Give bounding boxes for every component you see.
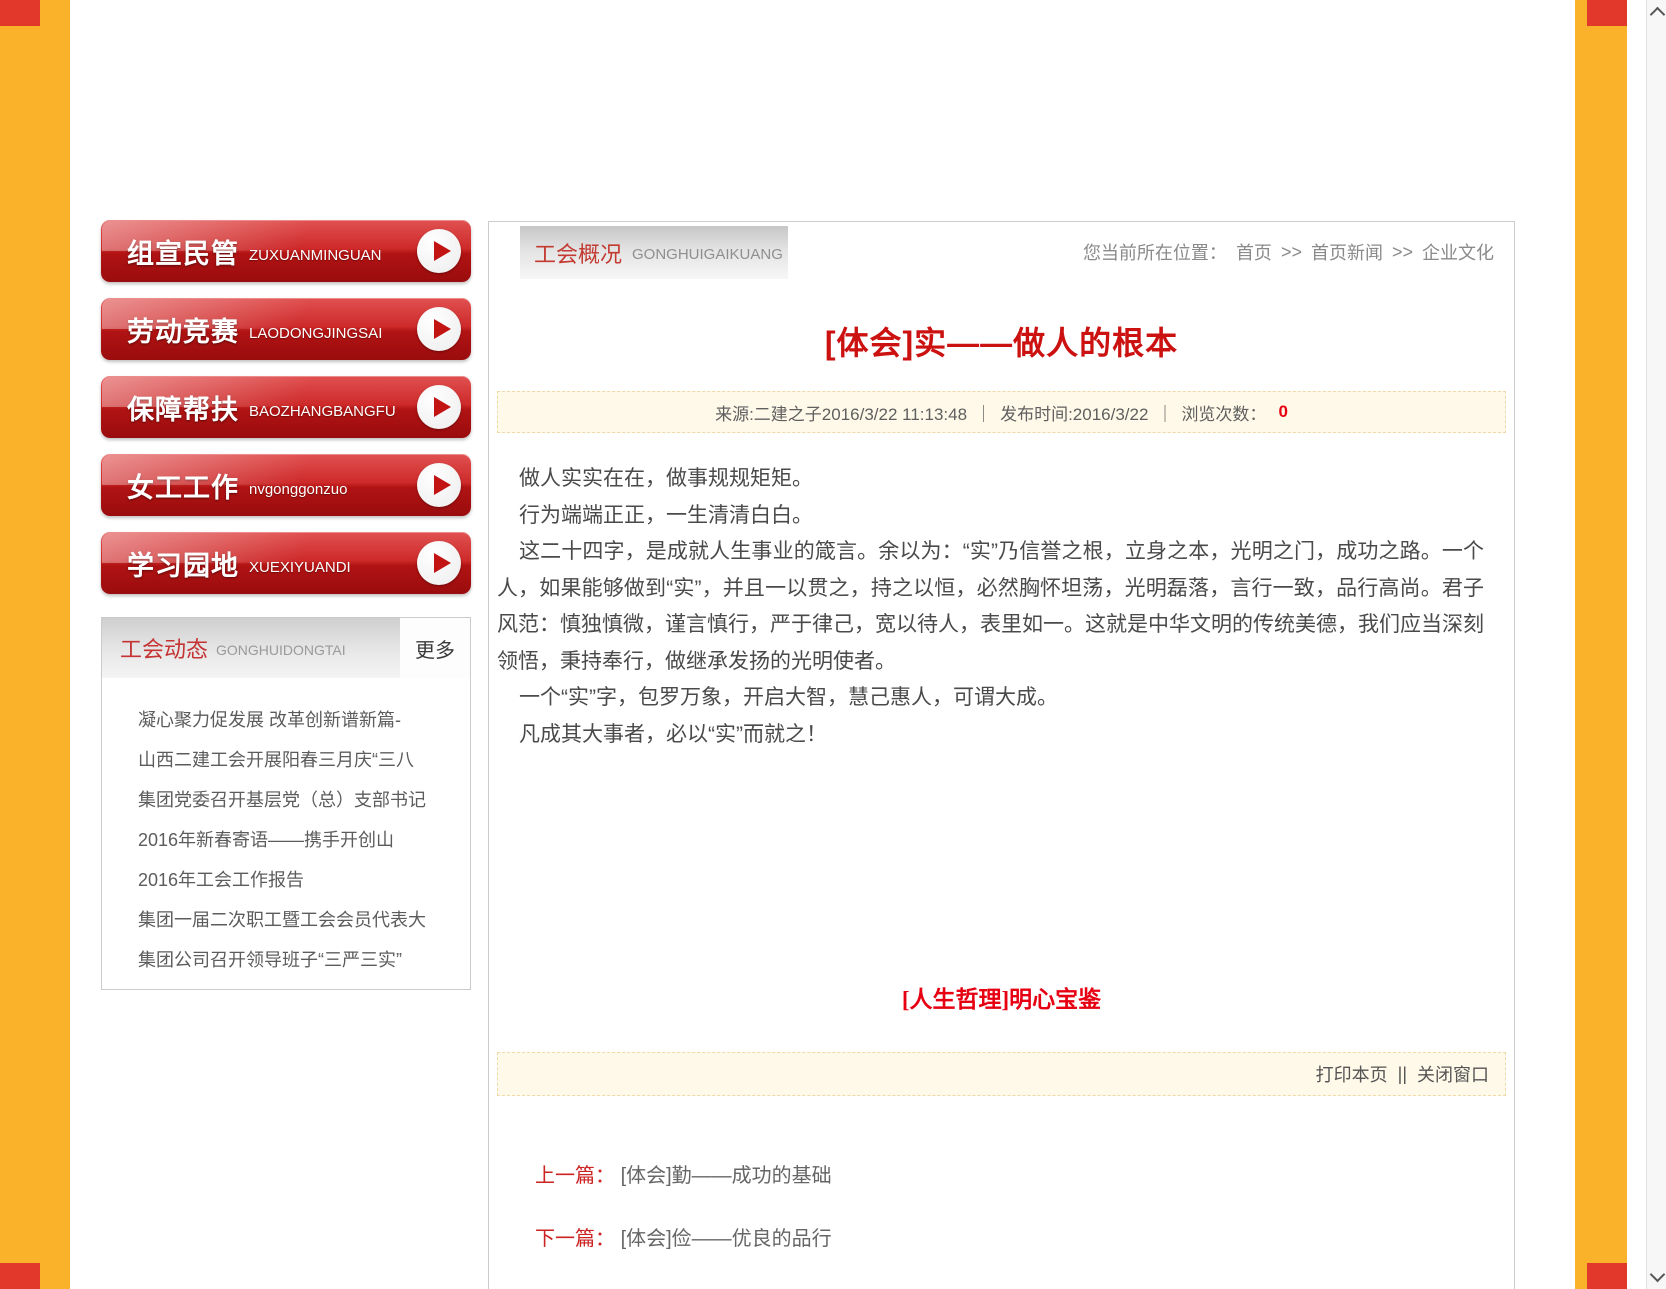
scroll-down-icon[interactable]	[1650, 1267, 1666, 1283]
play-icon	[417, 385, 461, 429]
play-icon	[417, 463, 461, 507]
article-paragraph: 做人实实在在，做事规规矩矩。	[497, 461, 1484, 498]
next-article-label: 下一篇：	[535, 1228, 615, 1250]
scroll-up-icon[interactable]	[1650, 7, 1666, 23]
union-news-header: 工会动态 GONGHUIDONGTAI 更多	[102, 618, 470, 678]
article-actions-bar: 打印本页 || 关闭窗口	[497, 1052, 1506, 1096]
article-meta-bar: 来源:二建之子2016/3/22 11:13:48 ｜ 发布时间:2016/3/…	[497, 391, 1506, 433]
union-news-title: 工会动态	[120, 632, 208, 664]
union-news-list: 凝心聚力促发展 改革创新谱新篇- 山西二建工会开展阳春三月庆“三八 集团党委召开…	[102, 678, 470, 980]
breadcrumb-category-link[interactable]: 企业文化	[1422, 239, 1494, 265]
nav-button-zuxuanminguan[interactable]: 组宣民管 ZUXUANMINGUAN	[101, 220, 471, 282]
meta-views-count: 0	[1278, 402, 1287, 422]
sidebar-nav: 组宣民管 ZUXUANMINGUAN 劳动竞赛 LAODONGJINGSAI 保…	[101, 220, 471, 610]
play-icon	[417, 307, 461, 351]
nav-button-label: 学习园地	[127, 544, 239, 583]
article-body: 做人实实在在，做事规规矩矩。 行为端端正正，一生清清白白。 这二十四字，是成就人…	[497, 461, 1484, 753]
play-icon	[417, 229, 461, 273]
meta-publish-date: 发布时间:2016/3/22	[1000, 400, 1148, 425]
previous-article-row: 上一篇： [体会]勤——成功的基础	[535, 1162, 832, 1190]
section-tab-gonghuigaikuang: 工会概况 GONGHUIGAIKUANG	[520, 226, 788, 279]
corner-decoration	[1587, 0, 1627, 26]
nav-button-pinyin: BAOZHANGBANGFU	[249, 403, 396, 420]
previous-article-link[interactable]: [体会]勤——成功的基础	[621, 1165, 832, 1187]
corner-decoration	[0, 0, 40, 26]
page-scrollbar[interactable]	[1646, 0, 1666, 1289]
play-icon	[417, 541, 461, 585]
actions-divider: ||	[1398, 1064, 1407, 1085]
article-subtitle: [人生哲理]明心宝鉴	[489, 985, 1514, 1015]
breadcrumb-separator: >>	[1392, 242, 1413, 263]
nav-button-pinyin: nvgonggonzuo	[249, 481, 347, 498]
meta-separator: ｜	[1156, 400, 1173, 425]
nav-button-label: 女工工作	[127, 466, 239, 505]
union-news-title-pinyin: GONGHUIDONGTAI	[216, 642, 346, 658]
nav-button-nvgonggongzuo[interactable]: 女工工作 nvgonggonzuo	[101, 454, 471, 516]
news-list-item[interactable]: 集团党委召开基层党（总）支部书记	[138, 780, 452, 820]
nav-button-pinyin: XUEXIYUANDI	[249, 559, 351, 576]
news-list-item[interactable]: 集团一届二次职工暨工会会员代表大	[138, 900, 452, 940]
news-list-item[interactable]: 山西二建工会开展阳春三月庆“三八	[138, 740, 452, 780]
union-news-panel: 工会动态 GONGHUIDONGTAI 更多 凝心聚力促发展 改革创新谱新篇- …	[101, 617, 471, 990]
article-title: [体会]实——做人的根本	[489, 321, 1514, 365]
news-list-item[interactable]: 2016年新春寄语——携手开创山	[138, 820, 452, 860]
right-orange-rail	[1575, 0, 1627, 1289]
section-tab-title: 工会概况	[534, 237, 622, 269]
article-paragraph: 行为端端正正，一生清清白白。	[497, 498, 1484, 535]
meta-views-label: 浏览次数：	[1181, 400, 1266, 425]
next-article-link[interactable]: [体会]俭——优良的品行	[621, 1228, 832, 1250]
meta-source: 来源:二建之子2016/3/22 11:13:48	[715, 400, 967, 425]
nav-button-xuexiyuandi[interactable]: 学习园地 XUEXIYUANDI	[101, 532, 471, 594]
news-list-item[interactable]: 集团公司召开领导班子“三严三实”	[138, 940, 452, 980]
previous-article-label: 上一篇：	[535, 1165, 615, 1187]
breadcrumb-home-link[interactable]: 首页	[1236, 239, 1272, 265]
nav-button-pinyin: ZUXUANMINGUAN	[249, 247, 382, 264]
article-paragraph: 这二十四字，是成就人生事业的箴言。余以为：“实”乃信誉之根，立身之本，光明之门，…	[497, 534, 1484, 680]
breadcrumb: 您当前所在位置： 首页 >> 首页新闻 >> 企业文化	[1083, 239, 1494, 265]
nav-button-pinyin: LAODONGJINGSAI	[249, 325, 382, 342]
meta-separator: ｜	[975, 400, 992, 425]
nav-button-label: 保障帮扶	[127, 388, 239, 427]
breadcrumb-label: 您当前所在位置：	[1083, 239, 1227, 265]
next-article-row: 下一篇： [体会]俭——优良的品行	[535, 1225, 832, 1253]
section-tab-pinyin: GONGHUIGAIKUANG	[632, 246, 783, 263]
corner-decoration	[1587, 1263, 1627, 1289]
news-list-item[interactable]: 2016年工会工作报告	[138, 860, 452, 900]
news-list-item[interactable]: 凝心聚力促发展 改革创新谱新篇-	[138, 700, 452, 740]
breadcrumb-news-link[interactable]: 首页新闻	[1311, 239, 1383, 265]
main-content-panel: 工会概况 GONGHUIGAIKUANG 您当前所在位置： 首页 >> 首页新闻…	[488, 221, 1515, 1289]
nav-button-baozhangbangfu[interactable]: 保障帮扶 BAOZHANGBANGFU	[101, 376, 471, 438]
corner-decoration	[0, 1263, 40, 1289]
article-paragraph: 一个“实”字，包罗万象，开启大智，慧己惠人，可谓大成。	[497, 680, 1484, 717]
nav-button-label: 组宣民管	[127, 232, 239, 271]
nav-button-label: 劳动竞赛	[127, 310, 239, 349]
nav-button-laodongjingsai[interactable]: 劳动竞赛 LAODONGJINGSAI	[101, 298, 471, 360]
article-paragraph: 凡成其大事者，必以“实”而就之！	[497, 717, 1484, 754]
close-window-link[interactable]: 关闭窗口	[1417, 1061, 1489, 1087]
more-link[interactable]: 更多	[400, 618, 470, 678]
print-page-link[interactable]: 打印本页	[1316, 1061, 1388, 1087]
breadcrumb-separator: >>	[1281, 242, 1302, 263]
left-orange-rail	[0, 0, 70, 1289]
